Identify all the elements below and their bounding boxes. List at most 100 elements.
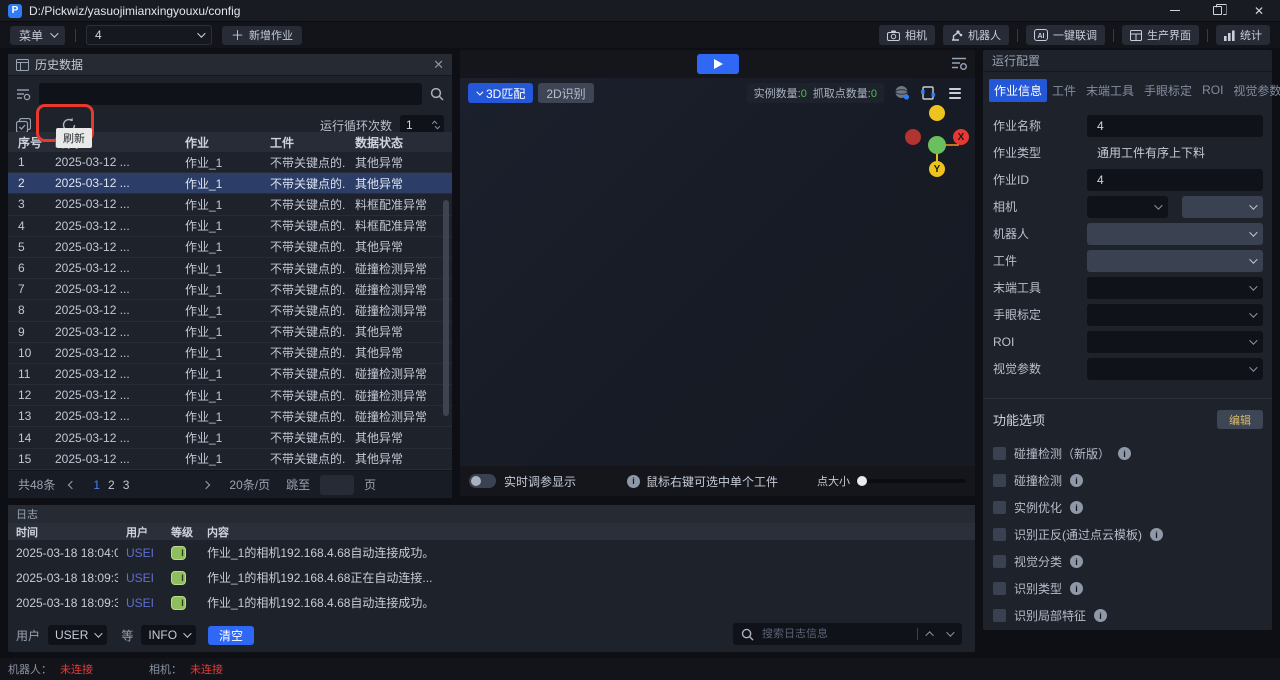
history-table-row[interactable]: 142025-03-12 ...作业_1不带关键点的...其他异常 — [8, 427, 452, 448]
history-table-row[interactable]: 42025-03-12 ...作业_1不带关键点的...料框配准异常 — [8, 216, 452, 237]
info-icon[interactable]: i — [1070, 582, 1083, 595]
jump-page-input[interactable] — [320, 475, 354, 495]
history-data-panel: 历史数据 ✕ 运行循环次数 1 刷新 序号 时间 作业 工件 数据状态 1202… — [8, 54, 452, 498]
history-table-row[interactable]: 152025-03-12 ...作业_1不带关键点的...其他异常 — [8, 449, 452, 470]
option-checkbox[interactable] — [993, 555, 1006, 568]
batch-select-icon[interactable] — [16, 118, 31, 133]
job-type-row: 作业类型 通用工件有序上下料 — [993, 139, 1263, 166]
axis-gizmo[interactable]: X Y — [901, 105, 973, 177]
config-tab-工件[interactable]: 工件 — [1047, 79, 1081, 102]
three-d-viewport[interactable]: 3D匹配 2D识别 实例数量:0 抓取点数量:0 X Y — [460, 78, 975, 466]
option-checkbox[interactable] — [993, 609, 1006, 622]
history-table-row[interactable]: 122025-03-12 ...作业_1不带关键点的...碰撞检测异常 — [8, 385, 452, 406]
option-checkbox[interactable] — [993, 528, 1006, 541]
history-table-row[interactable]: 82025-03-12 ...作业_1不带关键点的...碰撞检测异常 — [8, 300, 452, 321]
clear-log-button[interactable]: 清空 — [208, 626, 254, 645]
history-search-input[interactable] — [39, 83, 422, 105]
job-name-input[interactable] — [1087, 115, 1263, 137]
info-icon[interactable]: i — [1094, 609, 1107, 622]
history-table-row[interactable]: 132025-03-12 ...作业_1不带关键点的...碰撞检测异常 — [8, 406, 452, 427]
page-number-2[interactable]: 2 — [104, 478, 119, 492]
option-checkbox[interactable] — [993, 474, 1006, 487]
history-table-row[interactable]: 112025-03-12 ...作业_1不带关键点的...碰撞检测异常 — [8, 364, 452, 385]
prev-page-button[interactable] — [65, 482, 79, 488]
table-scrollbar[interactable] — [443, 154, 449, 466]
log-row[interactable]: 2025-03-18 18:09:36USEII作业_1的相机192.168.4… — [8, 590, 975, 615]
edit-button[interactable]: 编辑 — [1217, 410, 1263, 429]
history-table-row[interactable]: 62025-03-12 ...作业_1不带关键点的...碰撞检测异常 — [8, 258, 452, 279]
camera-select-2[interactable] — [1182, 196, 1263, 218]
log-row[interactable]: 2025-03-18 18:04:02USEII作业_1的相机192.168.4… — [8, 540, 975, 565]
search-icon[interactable] — [430, 87, 444, 101]
menu-dropdown[interactable]: 菜单 — [10, 26, 65, 45]
filter-settings-icon[interactable] — [16, 88, 31, 101]
option-checkbox[interactable] — [993, 447, 1006, 460]
info-icon[interactable]: i — [1150, 528, 1163, 541]
info-icon[interactable]: i — [1070, 501, 1083, 514]
log-search-input[interactable] — [762, 628, 909, 640]
scrollbar-thumb[interactable] — [443, 200, 449, 416]
user-filter-select[interactable]: USER — [48, 625, 107, 645]
point-size-slider[interactable] — [856, 479, 966, 483]
search-next-icon[interactable] — [944, 631, 954, 637]
job-select[interactable]: 4 — [86, 25, 212, 45]
config-tab-手眼标定[interactable]: 手眼标定 — [1139, 79, 1197, 102]
camera-select-1[interactable] — [1087, 196, 1168, 218]
vision-param-select[interactable] — [1087, 358, 1263, 380]
realtime-display-toggle[interactable] — [469, 474, 496, 488]
config-tab-作业信息[interactable]: 作业信息 — [989, 79, 1047, 102]
tab-2d-recognition[interactable]: 2D识别 — [538, 83, 593, 103]
info-icon[interactable]: i — [1118, 447, 1131, 460]
log-user-link[interactable]: USEI — [118, 596, 163, 610]
config-tab-ROI[interactable]: ROI — [1197, 80, 1228, 100]
run-button[interactable] — [697, 54, 739, 74]
job-name-row: 作业名称 — [993, 112, 1263, 139]
bounding-box-icon[interactable] — [920, 85, 936, 101]
layer-menu-icon[interactable] — [945, 83, 965, 103]
history-table-row[interactable]: 102025-03-12 ...作业_1不带关键点的...其他异常 — [8, 343, 452, 364]
option-checkbox[interactable] — [993, 501, 1006, 514]
history-table-row[interactable]: 12025-03-12 ...作业_1不带关键点的...其他异常 — [8, 152, 452, 173]
roi-row: ROI — [993, 328, 1263, 355]
spin-down-icon[interactable] — [435, 124, 441, 130]
config-tab-末端工具[interactable]: 末端工具 — [1081, 79, 1139, 102]
one-key-debug-button[interactable]: AI 一键联调 — [1026, 25, 1105, 45]
part-select[interactable] — [1087, 250, 1263, 272]
history-table-row[interactable]: 92025-03-12 ...作业_1不带关键点的...其他异常 — [8, 322, 452, 343]
tab-3d-match[interactable]: 3D匹配 — [468, 83, 533, 103]
search-prev-icon[interactable] — [926, 631, 936, 637]
log-user-link[interactable]: USEI — [118, 571, 163, 585]
end-tool-select[interactable] — [1087, 277, 1263, 299]
hand-eye-select[interactable] — [1087, 304, 1263, 326]
log-panel: 日志 时间 用户 等级 内容 2025-03-18 18:04:02USEII作… — [8, 505, 975, 652]
roi-select[interactable] — [1087, 331, 1263, 353]
config-tab-视觉参数[interactable]: 视觉参数 — [1228, 79, 1280, 102]
option-checkbox[interactable] — [993, 582, 1006, 595]
view-settings-icon[interactable] — [951, 56, 967, 70]
history-table-row[interactable]: 52025-03-12 ...作业_1不带关键点的...其他异常 — [8, 237, 452, 258]
job-id-input[interactable] — [1087, 169, 1263, 191]
history-table-row[interactable]: 72025-03-12 ...作业_1不带关键点的...碰撞检测异常 — [8, 279, 452, 300]
history-table-row[interactable]: 32025-03-12 ...作业_1不带关键点的...料框配准异常 — [8, 194, 452, 215]
level-filter-select[interactable]: INFO — [141, 625, 196, 645]
slider-thumb[interactable] — [857, 476, 867, 486]
production-view-button[interactable]: 生产界面 — [1122, 25, 1199, 45]
close-button[interactable]: ✕ — [1238, 0, 1280, 21]
info-icon[interactable]: i — [1070, 474, 1083, 487]
page-number-3[interactable]: 3 — [119, 478, 134, 492]
page-number-1[interactable]: 1 — [89, 478, 104, 492]
log-user-link[interactable]: USEI — [118, 546, 163, 560]
camera-button[interactable]: 相机 — [879, 25, 935, 45]
robot-select[interactable] — [1087, 223, 1263, 245]
minimize-button[interactable] — [1154, 0, 1196, 21]
statistics-button[interactable]: 统计 — [1216, 25, 1270, 45]
info-icon[interactable]: i — [1070, 555, 1083, 568]
new-job-button[interactable]: ＋ 新增作业 — [222, 26, 302, 45]
history-table-row[interactable]: 22025-03-12 ...作业_1不带关键点的...其他异常 — [8, 173, 452, 194]
maximize-button[interactable] — [1196, 0, 1238, 21]
log-row[interactable]: 2025-03-18 18:09:34USEII作业_1的相机192.168.4… — [8, 565, 975, 590]
robot-button[interactable]: 机器人 — [943, 25, 1009, 45]
point-cloud-icon[interactable] — [893, 84, 911, 102]
next-page-button[interactable] — [199, 482, 213, 488]
close-icon[interactable]: ✕ — [433, 57, 444, 73]
